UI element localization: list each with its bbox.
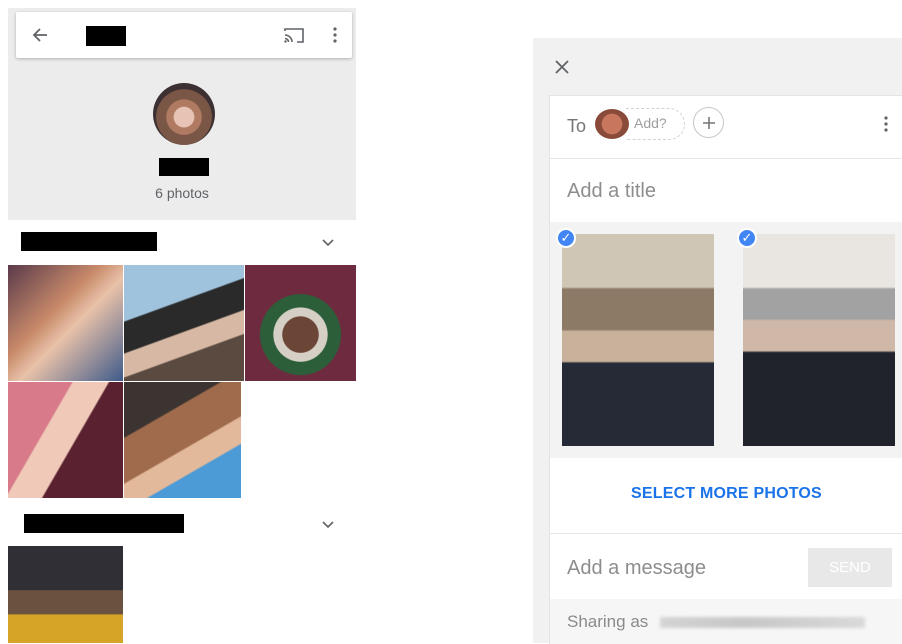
selected-photo[interactable] [562,234,714,446]
photo-thumbnail[interactable] [124,382,241,498]
share-card: To Add? Add a title ✓ ✓ SELECT MORE PHOT… [549,95,902,644]
back-arrow-icon[interactable] [26,21,54,49]
send-button[interactable]: SEND [808,548,892,587]
more-vert-icon[interactable] [324,23,346,47]
add-recipient-chip[interactable]: Add? [626,108,685,140]
redacted-title [86,26,126,46]
photo-count: 6 photos [155,185,209,201]
sharing-as-label: Sharing as [567,612,649,631]
add-chip-label: Add? [634,115,667,131]
blurred-account-email [660,617,865,628]
photo-thumbnail[interactable] [8,382,123,498]
more-vert-icon[interactable] [880,113,892,135]
to-label: To [567,116,587,136]
redacted-person-name [159,158,209,176]
redacted-date-header [21,232,157,251]
photo-thumbnail[interactable] [124,265,244,381]
photo-thumbnail[interactable] [245,265,356,381]
select-more-photos-button[interactable]: SELECT MORE PHOTOS [550,485,902,503]
app-bar [16,12,352,58]
redacted-date-header [24,514,184,533]
cast-icon[interactable] [281,23,307,47]
add-plus-icon[interactable] [693,107,724,138]
photo-thumbnail[interactable] [8,546,123,643]
checkmark-icon[interactable]: ✓ [737,228,757,248]
divider [550,533,902,534]
face-avatar[interactable] [153,83,215,145]
divider [550,158,902,159]
album-panel: 6 photos [8,8,356,643]
chevron-down-icon[interactable] [322,516,334,532]
selected-photo[interactable] [743,234,895,446]
message-input[interactable]: Add a message [567,557,706,580]
recipient-avatar [595,109,629,139]
photo-thumbnail[interactable] [8,265,123,381]
close-icon[interactable] [550,55,574,79]
title-input[interactable]: Add a title [567,180,656,203]
sharing-as-footer: Sharing as [550,599,902,644]
checkmark-icon[interactable]: ✓ [556,228,576,248]
chevron-down-icon[interactable] [322,234,334,250]
